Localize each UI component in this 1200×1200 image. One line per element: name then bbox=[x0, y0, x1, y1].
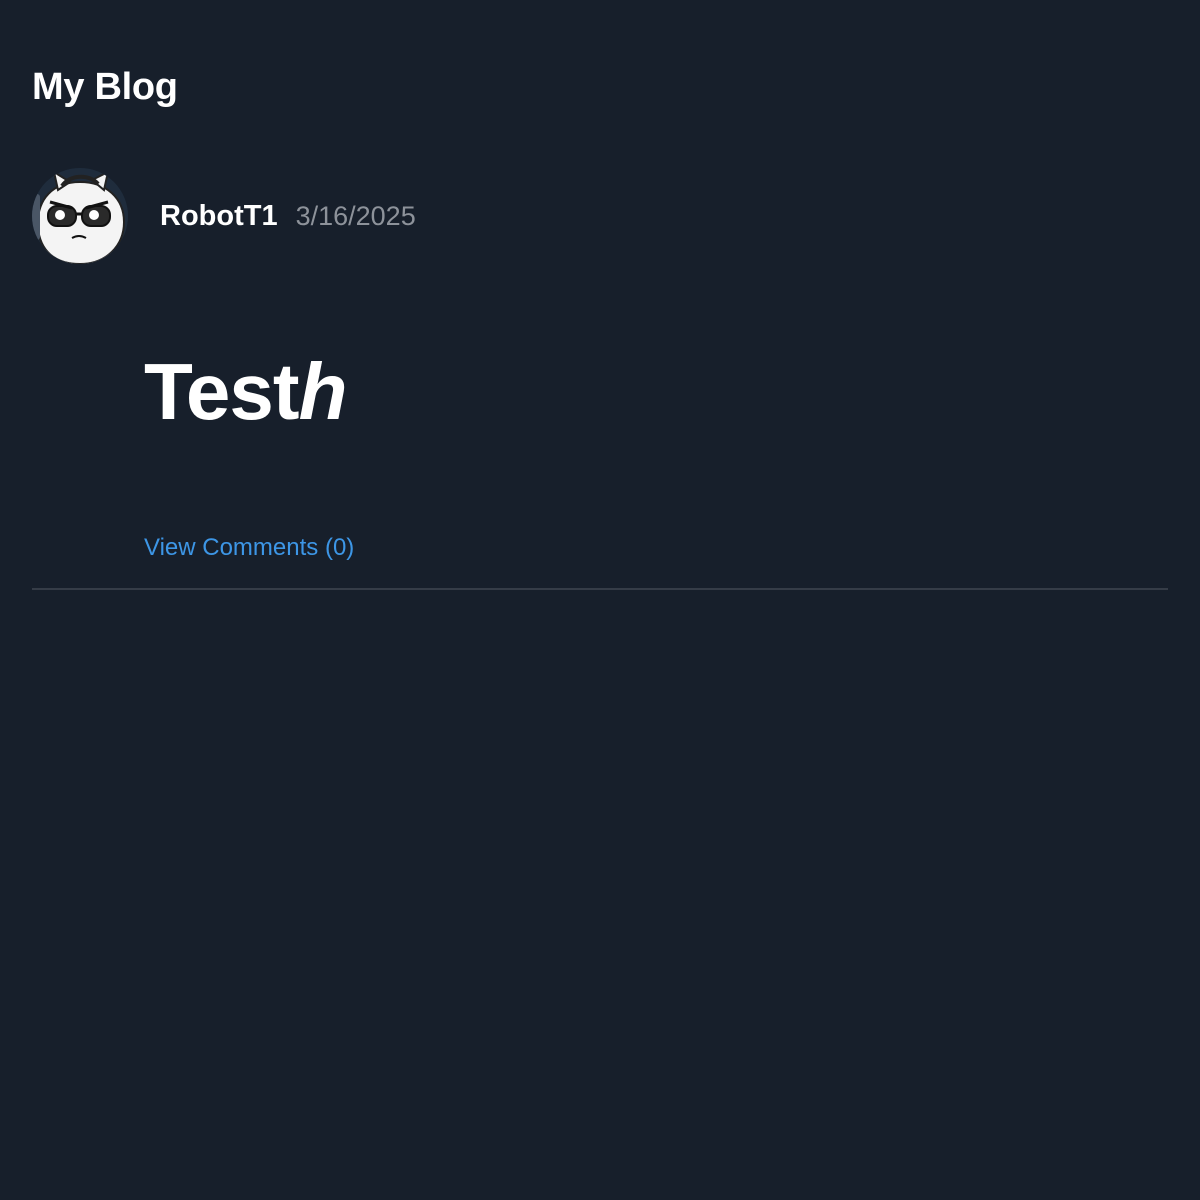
post-content: Testh bbox=[144, 342, 1168, 442]
post-author[interactable]: RobotT1 bbox=[160, 196, 278, 236]
view-comments-link[interactable]: View Comments (0) bbox=[144, 532, 354, 564]
blog-post: RobotT1 3/16/2025 Testh View Comments (0… bbox=[32, 168, 1168, 590]
avatar[interactable] bbox=[32, 168, 128, 264]
post-date: 3/16/2025 bbox=[295, 201, 416, 231]
post-content-italic: h bbox=[298, 347, 348, 436]
post-content-regular: Test bbox=[144, 347, 300, 436]
page-title: My Blog bbox=[32, 66, 178, 108]
robot-cat-avatar-icon bbox=[32, 168, 128, 264]
post-divider bbox=[32, 588, 1168, 590]
post-header: RobotT1 3/16/2025 bbox=[32, 168, 1168, 264]
